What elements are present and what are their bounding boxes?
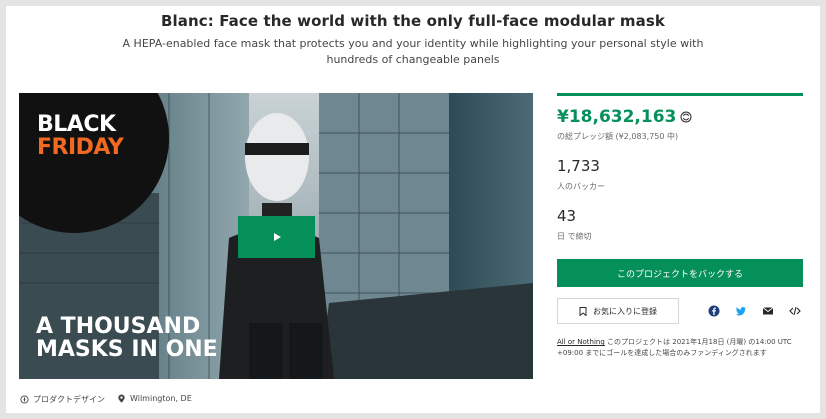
video-overlay-line-2: MASKS IN ONE <box>36 337 218 362</box>
days-left-count: 43 <box>557 207 577 225</box>
video-overlay-line-1: A THOUSAND <box>36 314 201 339</box>
favorite-button[interactable]: お気に入りに登録 <box>557 298 679 324</box>
project-title: Blanc: Face the world with the only full… <box>161 12 665 30</box>
email-icon[interactable] <box>762 305 774 317</box>
play-button[interactable] <box>238 216 315 258</box>
facebook-icon[interactable] <box>708 305 720 317</box>
category-link[interactable]: プロダクトデザイン <box>20 394 105 405</box>
project-subtitle: A HEPA-enabled face mask that protects y… <box>122 37 704 66</box>
embed-icon[interactable] <box>789 305 801 317</box>
location-link[interactable]: Wilmington, DE <box>117 394 192 403</box>
pledged-goal-text: の総プレッジ額 (¥2,083,750 中) <box>557 132 679 141</box>
play-icon <box>273 233 281 241</box>
twitter-icon[interactable] <box>735 305 747 317</box>
badge-line-2: FRIDAY <box>37 135 124 160</box>
badge-line-1: BLACK <box>37 112 116 137</box>
bookmark-icon <box>579 306 587 316</box>
all-or-nothing-link[interactable]: All or Nothing <box>557 338 605 346</box>
video-player[interactable]: BLACK FRIDAY A THOUSAND MASKS IN ONE <box>19 93 533 379</box>
funding-progress-bar <box>557 93 803 96</box>
pledged-value: ¥18,632,163 <box>557 107 677 127</box>
back-project-button[interactable]: このプロジェクトをバックする <box>557 259 803 287</box>
days-left-label: 日 で締切 <box>557 232 592 241</box>
funding-notice: All or Nothing このプロジェクトは 2021年1月18日 (月曜)… <box>557 337 803 359</box>
pledged-amount: ¥18,632,163 <box>557 107 692 127</box>
location-pin-icon <box>118 394 125 403</box>
favorite-label: お気に入りに登録 <box>593 306 657 316</box>
compass-icon <box>20 395 29 404</box>
category-label: プロダクトデザイン <box>33 395 105 404</box>
backers-count: 1,733 <box>557 157 600 175</box>
currency-info-icon[interactable] <box>680 111 692 123</box>
location-label: Wilmington, DE <box>130 394 192 403</box>
backers-label: 人のバッカー <box>557 182 605 191</box>
